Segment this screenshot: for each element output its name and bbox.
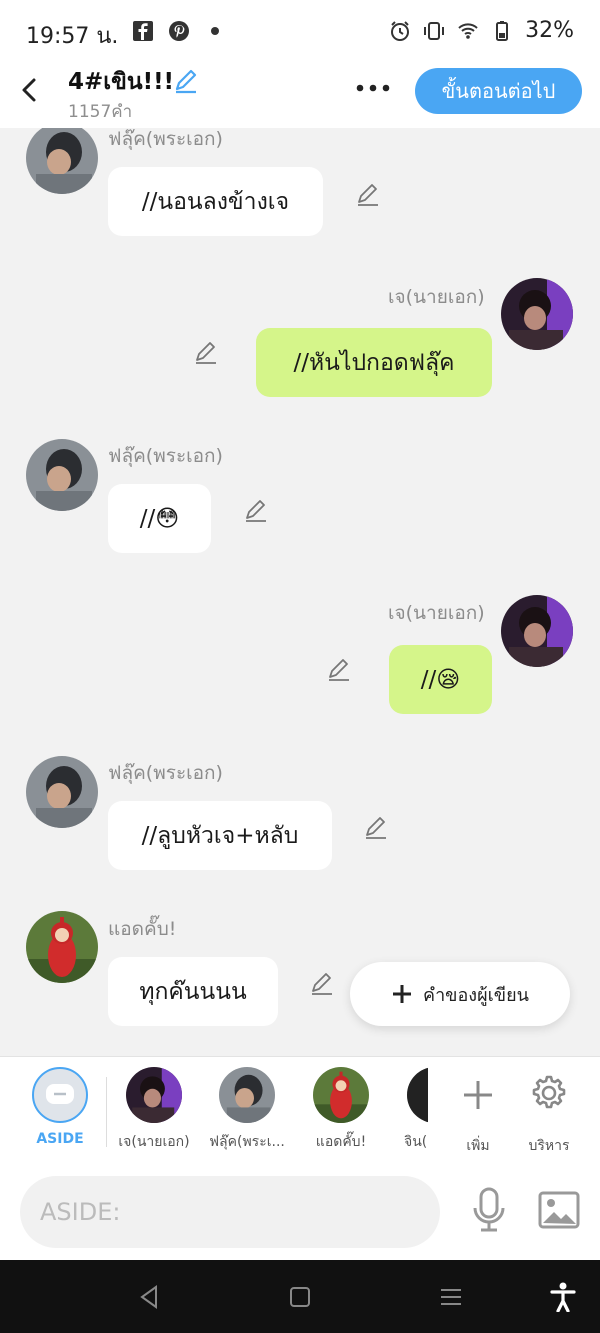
speaker-name: แอดคั๊บ! — [108, 918, 177, 940]
message-bubble[interactable]: //นอนลงข้างเจ — [108, 167, 323, 236]
character-item[interactable]: เจ(นายเอก) — [107, 1067, 201, 1153]
compose-bar: ASIDE: — [0, 1164, 600, 1260]
message-input[interactable]: ASIDE: — [20, 1176, 440, 1248]
notification-icons — [132, 20, 226, 42]
avatar-fluke[interactable] — [26, 756, 98, 828]
chat-area[interactable]: ฟลุ๊ค(พระเอก) //นอนลงข้างเจ เจ(นายเอก) /… — [0, 128, 600, 1056]
word-count: 1157คำ — [68, 102, 133, 122]
speaker-name: ฟลุ๊ค(พระเอก) — [108, 445, 223, 467]
character-item[interactable]: ฟลุ๊ค(พระเ... — [200, 1067, 294, 1153]
character-item[interactable]: จิน( — [388, 1067, 428, 1153]
character-item[interactable]: แอดคั๊บ! — [294, 1067, 388, 1153]
message-bubble[interactable]: //ลูบหัวเจ+หลับ — [108, 801, 332, 870]
avatar-fluke[interactable] — [26, 439, 98, 511]
battery-level: 32% — [525, 18, 574, 43]
back-arrow-icon[interactable] — [14, 74, 46, 106]
pinterest-icon — [169, 21, 189, 41]
microphone-icon[interactable] — [470, 1186, 508, 1234]
author-note-label: คำของผู้เขียน — [423, 984, 529, 1006]
message-bubble[interactable]: //😪 — [389, 645, 492, 714]
character-avatar — [407, 1067, 428, 1123]
message-bubble[interactable]: //หันไปกอดฟลุ๊ค — [256, 328, 492, 397]
speaker-name: ฟลุ๊ค(พระเอก) — [108, 762, 223, 784]
character-aside[interactable]: ASIDE — [13, 1067, 107, 1147]
character-selector: ASIDE เจ(นายเอก) ฟลุ๊ค(พระเ... แอดคั๊บ! … — [0, 1056, 600, 1166]
wifi-icon — [458, 22, 478, 39]
character-avatar — [313, 1067, 369, 1123]
editor-header: 4#เขิน!!! 1157คำ ขั้นตอนต่อไป — [0, 64, 600, 128]
character-avatar — [219, 1067, 275, 1123]
aside-avatar — [32, 1067, 88, 1123]
nav-back-icon[interactable] — [136, 1284, 162, 1310]
speaker-name: เจ(นายเอก) — [388, 286, 485, 308]
facebook-icon — [133, 21, 153, 41]
nav-home-icon[interactable] — [287, 1284, 313, 1310]
next-step-button[interactable]: ขั้นตอนต่อไป — [415, 68, 582, 114]
character-name: เจ(นายเอก) — [118, 1134, 190, 1150]
character-name: แอดคั๊บ! — [315, 1134, 367, 1150]
image-icon[interactable] — [538, 1190, 580, 1230]
character-name: ฟลุ๊ค(พระเ... — [209, 1134, 285, 1150]
character-avatar — [126, 1067, 182, 1123]
plus-icon — [393, 985, 412, 1003]
manage-characters-button[interactable]: บริหาร — [502, 1067, 596, 1157]
speaker-name: ฟลุ๊ค(พระเอก) — [108, 128, 223, 150]
author-note-button[interactable]: คำของผู้เขียน — [350, 962, 570, 1026]
vibrate-icon — [424, 21, 445, 40]
aside-label: ASIDE — [36, 1131, 84, 1147]
alarm-icon — [391, 20, 410, 41]
chat-bubble-icon — [46, 1084, 74, 1104]
accessibility-icon[interactable] — [549, 1282, 577, 1312]
edit-title-icon[interactable] — [172, 66, 200, 94]
status-right: 32% — [389, 18, 574, 43]
avatar-fluke[interactable] — [26, 128, 98, 194]
avatar-admin[interactable] — [26, 911, 98, 983]
nav-recents-icon[interactable] — [438, 1284, 464, 1310]
status-bar: 19:57 น. 32% — [0, 0, 600, 64]
edit-message-icon[interactable] — [325, 655, 353, 683]
episode-title: 4#เขิน!!! — [68, 69, 175, 95]
battery-icon — [496, 20, 509, 41]
edit-message-icon[interactable] — [362, 813, 390, 841]
message-bubble[interactable]: //😳 — [108, 484, 211, 553]
avatar-jay[interactable] — [501, 595, 573, 667]
avatar-jay[interactable] — [501, 278, 573, 350]
dot-icon — [211, 27, 219, 35]
more-options-icon[interactable] — [354, 78, 394, 98]
speaker-name: เจ(นายเอก) — [388, 602, 485, 624]
edit-message-icon[interactable] — [308, 969, 336, 997]
gear-icon — [532, 1075, 566, 1109]
edit-message-icon[interactable] — [192, 338, 220, 366]
edit-message-icon[interactable] — [242, 496, 270, 524]
plus-icon — [464, 1081, 492, 1109]
system-nav-bar — [0, 1260, 600, 1333]
manage-label: บริหาร — [528, 1138, 570, 1154]
edit-message-icon[interactable] — [354, 180, 382, 208]
status-time: 19:57 น. — [26, 24, 119, 49]
character-name: จิน( — [404, 1134, 428, 1150]
message-bubble[interactable]: ทุกค๊นนนน — [108, 957, 278, 1026]
